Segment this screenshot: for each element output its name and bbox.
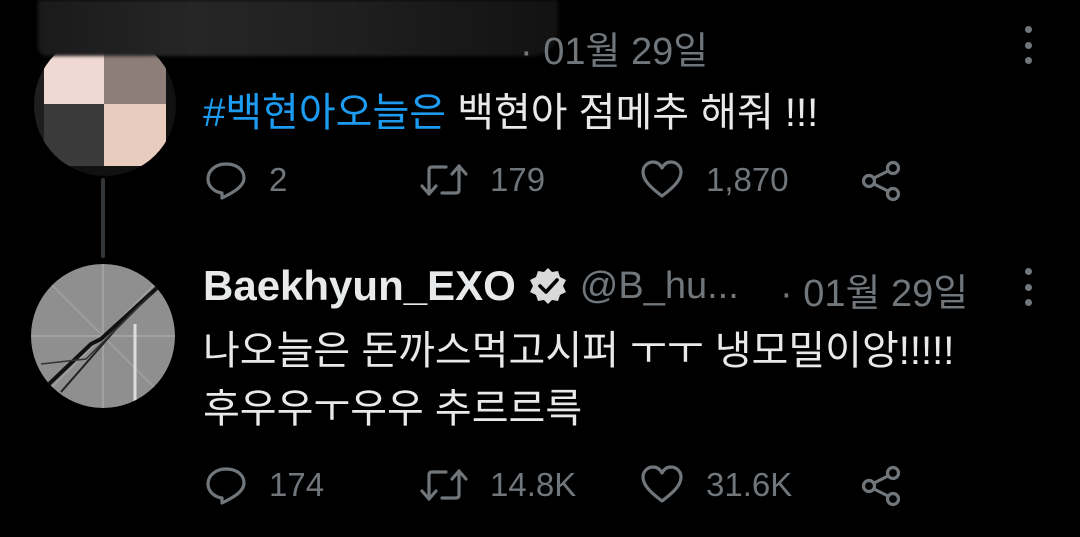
retweet-icon: [420, 164, 468, 196]
tweet2-line1: 나오늘은 돈까스먹고시퍼 ㅜㅜ 냉모밀이앙!!!!!: [203, 329, 955, 373]
more-icon[interactable]: [1023, 268, 1033, 306]
tweet1-timestamp[interactable]: · 01월 29일: [520, 20, 708, 75]
reply-icon: [206, 467, 246, 505]
like-icon: [641, 160, 683, 198]
thread-connector-line: [101, 178, 105, 258]
tweet2-timestamp[interactable]: · 01월 29일: [780, 262, 968, 317]
share-button[interactable]: [860, 160, 902, 202]
like-icon: [641, 465, 683, 503]
reply-icon: [206, 162, 246, 200]
share-icon: [861, 465, 901, 507]
verified-badge-icon: [529, 268, 566, 304]
like-count: 31.6K: [706, 466, 793, 503]
reply-count: 2: [269, 161, 288, 198]
retweet-button[interactable]: 179: [420, 160, 545, 200]
reply-count: 174: [269, 466, 325, 503]
retweet-count: 179: [490, 161, 546, 198]
redacted-username: [38, 0, 558, 56]
share-icon: [861, 160, 901, 202]
reply-button[interactable]: 174: [205, 465, 324, 505]
like-button[interactable]: 1,870: [640, 160, 789, 200]
retweet-button[interactable]: 14.8K: [420, 465, 576, 505]
avatar-baekhyun[interactable]: [31, 264, 175, 408]
retweet-count: 14.8K: [490, 466, 577, 503]
display-name[interactable]: Baekhyun_EXO: [203, 262, 516, 310]
tweet1-text: #백현아오늘은 백현아 점메추 해줘 !!!: [203, 80, 818, 138]
like-count: 1,870: [706, 161, 789, 198]
tweet2-text: 나오늘은 돈까스먹고시퍼 ㅜㅜ 냉모밀이앙!!!!! 후우우ㅜ우우 추르르륵: [203, 322, 954, 438]
more-icon[interactable]: [1023, 26, 1033, 64]
tweet2-line2: 후우우ㅜ우우 추르르륵: [203, 387, 583, 431]
avatar-image: [31, 264, 175, 408]
like-button[interactable]: 31.6K: [640, 465, 792, 505]
hashtag-link[interactable]: #백현아오늘은: [203, 91, 446, 135]
tweet2-header: Baekhyun_EXO @B_hu...: [203, 262, 739, 310]
reply-button[interactable]: 2: [205, 160, 287, 200]
retweet-icon: [420, 469, 468, 501]
tweet1-body: 백현아 점메추 해줘 !!!: [446, 91, 819, 135]
share-button[interactable]: [860, 465, 902, 507]
user-handle[interactable]: @B_hu...: [580, 265, 739, 308]
